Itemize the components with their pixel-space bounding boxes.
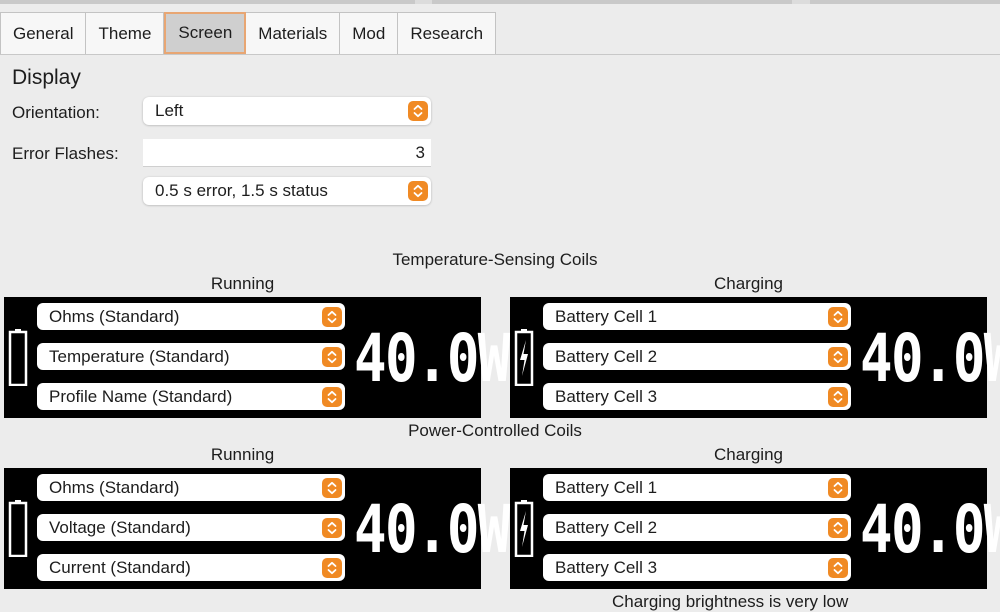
power-running-row-3-select[interactable]: Current (Standard)	[37, 554, 345, 581]
power-charging-heading: Charging	[714, 445, 783, 464]
power-readout: 40.0W	[354, 491, 510, 568]
chevron-updown-icon	[828, 517, 848, 538]
row-value: Ohms (Standard)	[49, 477, 180, 497]
temperature-running-heading: Running	[210, 274, 275, 293]
power-running-row-1-select[interactable]: Ohms (Standard)	[37, 474, 345, 501]
orientation-label: Orientation:	[12, 103, 100, 122]
flash-timing-value: 0.5 s error, 1.5 s status	[155, 181, 328, 200]
power-coils-heading: Power-Controlled Coils	[408, 421, 582, 440]
temperature-running-row-1-select[interactable]: Ohms (Standard)	[37, 303, 345, 330]
tab-materials[interactable]: Materials	[246, 12, 341, 54]
row-value: Temperature (Standard)	[49, 346, 230, 366]
chevron-updown-icon	[828, 386, 848, 407]
tab-divider	[0, 54, 1000, 55]
error-flashes-label: Error Flashes:	[12, 144, 119, 163]
row-value: Battery Cell 2	[555, 517, 658, 537]
temperature-running-screen: Ohms (Standard) Temperature (Standard) P…	[4, 297, 510, 418]
row-value: Battery Cell 2	[555, 346, 658, 366]
row-value: Battery Cell 1	[555, 477, 658, 497]
temperature-running-row-3-select[interactable]: Profile Name (Standard)	[37, 383, 345, 410]
row-value: Battery Cell 3	[555, 386, 658, 406]
chevron-updown-icon	[322, 346, 342, 367]
power-running-screen: Ohms (Standard) Voltage (Standard) Curre…	[4, 468, 510, 589]
chevron-updown-icon	[408, 101, 428, 121]
battery-icon	[8, 500, 28, 557]
chevron-updown-icon	[828, 477, 848, 498]
tab-mod[interactable]: Mod	[340, 12, 399, 54]
temperature-charging-row-3-select[interactable]: Battery Cell 3	[543, 383, 851, 410]
flash-timing-select[interactable]: 0.5 s error, 1.5 s status	[143, 177, 431, 205]
power-charging-row-2-select[interactable]: Battery Cell 2	[543, 514, 851, 541]
power-readout: 40.0W	[860, 491, 1000, 568]
temperature-running-row-2-select[interactable]: Temperature (Standard)	[37, 343, 345, 370]
orientation-value: Left	[155, 101, 184, 120]
temperature-coils-heading: Temperature-Sensing Coils	[392, 250, 598, 269]
tab-bar: General Theme Screen Materials Mod Resea…	[0, 12, 497, 54]
power-running-row-2-select[interactable]: Voltage (Standard)	[37, 514, 345, 541]
chevron-updown-icon	[322, 386, 342, 407]
orientation-select[interactable]: Left	[143, 97, 431, 125]
row-value: Current (Standard)	[49, 557, 191, 577]
temperature-charging-heading: Charging	[714, 274, 783, 293]
tab-screen[interactable]: Screen	[164, 12, 247, 54]
section-title-display: Display	[12, 66, 81, 89]
row-value: Battery Cell 1	[555, 306, 658, 326]
tab-general[interactable]: General	[0, 12, 87, 54]
chevron-updown-icon	[322, 517, 342, 538]
power-readout: 40.0W	[354, 320, 510, 397]
chevron-updown-icon	[828, 557, 848, 578]
top-strip-segment	[0, 0, 415, 4]
battery-charging-icon	[514, 329, 534, 386]
chevron-updown-icon	[828, 346, 848, 367]
top-strip-segment	[432, 0, 792, 4]
temperature-charging-row-1-select[interactable]: Battery Cell 1	[543, 303, 851, 330]
row-value: Voltage (Standard)	[49, 517, 191, 537]
charging-brightness-note: Charging brightness is very low	[612, 592, 849, 611]
power-charging-screen: Battery Cell 1 Battery Cell 2 Battery Ce…	[510, 468, 1000, 589]
chevron-updown-icon	[828, 306, 848, 327]
top-strip-segment	[810, 0, 1000, 4]
tab-theme[interactable]: Theme	[86, 12, 165, 54]
chevron-updown-icon	[322, 306, 342, 327]
temperature-charging-screen: Battery Cell 1 Battery Cell 2 Battery Ce…	[510, 297, 1000, 418]
temperature-charging-row-2-select[interactable]: Battery Cell 2	[543, 343, 851, 370]
row-value: Profile Name (Standard)	[49, 386, 233, 406]
tab-research[interactable]: Research	[398, 12, 497, 54]
row-value: Battery Cell 3	[555, 557, 658, 577]
battery-icon	[8, 329, 28, 386]
chevron-updown-icon	[322, 477, 342, 498]
error-flashes-field[interactable]: 3	[143, 139, 431, 167]
top-strip	[0, 0, 1000, 4]
power-charging-row-1-select[interactable]: Battery Cell 1	[543, 474, 851, 501]
chevron-updown-icon	[322, 557, 342, 578]
power-charging-row-3-select[interactable]: Battery Cell 3	[543, 554, 851, 581]
chevron-updown-icon	[408, 181, 428, 201]
power-running-heading: Running	[210, 445, 275, 464]
battery-charging-icon	[514, 500, 534, 557]
row-value: Ohms (Standard)	[49, 306, 180, 326]
power-readout: 40.0W	[860, 320, 1000, 397]
